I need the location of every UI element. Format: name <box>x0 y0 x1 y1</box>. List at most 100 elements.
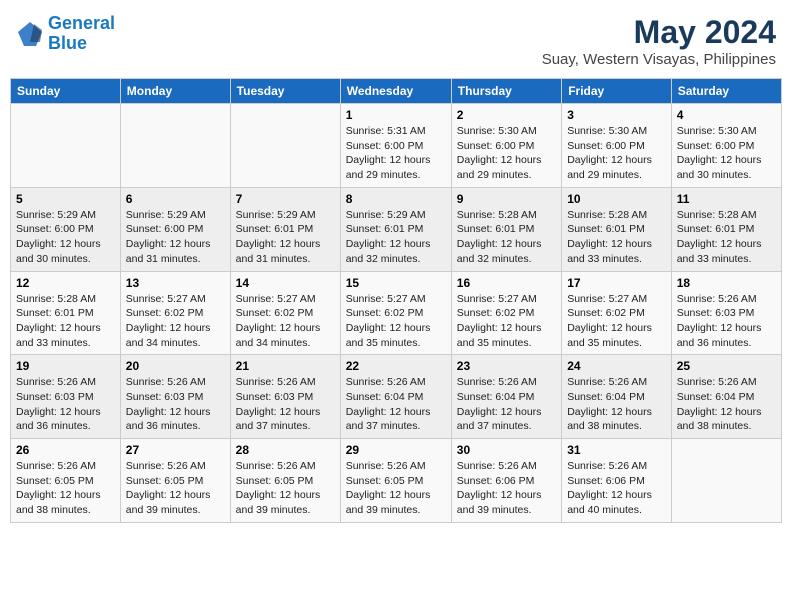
calendar-table: SundayMondayTuesdayWednesdayThursdayFrid… <box>10 78 782 523</box>
day-number: 29 <box>346 443 446 457</box>
day-info: Sunrise: 5:26 AMSunset: 6:06 PMDaylight:… <box>457 459 556 518</box>
calendar-cell: 20 Sunrise: 5:26 AMSunset: 6:03 PMDayligh… <box>120 355 230 439</box>
calendar-cell: 28 Sunrise: 5:26 AMSunset: 6:05 PMDayligh… <box>230 439 340 523</box>
header: General Blue May 2024 Suay, Western Visa… <box>10 10 782 72</box>
day-info: Sunrise: 5:26 AMSunset: 6:05 PMDaylight:… <box>236 459 335 518</box>
day-info: Sunrise: 5:30 AMSunset: 6:00 PMDaylight:… <box>457 124 556 183</box>
day-number: 11 <box>677 192 776 206</box>
month-year-title: May 2024 <box>542 14 776 51</box>
day-number: 7 <box>236 192 335 206</box>
logo-icon <box>16 20 44 48</box>
day-info: Sunrise: 5:27 AMSunset: 6:02 PMDaylight:… <box>126 292 225 351</box>
day-number: 26 <box>16 443 115 457</box>
calendar-cell <box>120 104 230 188</box>
day-info: Sunrise: 5:29 AMSunset: 6:01 PMDaylight:… <box>346 208 446 267</box>
day-info: Sunrise: 5:26 AMSunset: 6:04 PMDaylight:… <box>346 375 446 434</box>
day-info: Sunrise: 5:29 AMSunset: 6:00 PMDaylight:… <box>126 208 225 267</box>
calendar-cell: 23 Sunrise: 5:26 AMSunset: 6:04 PMDayligh… <box>451 355 561 439</box>
day-number: 10 <box>567 192 666 206</box>
day-info: Sunrise: 5:29 AMSunset: 6:00 PMDaylight:… <box>16 208 115 267</box>
day-info: Sunrise: 5:27 AMSunset: 6:02 PMDaylight:… <box>457 292 556 351</box>
day-number: 4 <box>677 108 776 122</box>
weekday-header-row: SundayMondayTuesdayWednesdayThursdayFrid… <box>11 79 782 104</box>
day-info: Sunrise: 5:26 AMSunset: 6:05 PMDaylight:… <box>126 459 225 518</box>
day-number: 20 <box>126 359 225 373</box>
calendar-cell: 12 Sunrise: 5:28 AMSunset: 6:01 PMDayligh… <box>11 271 121 355</box>
day-number: 1 <box>346 108 446 122</box>
day-number: 25 <box>677 359 776 373</box>
calendar-week-row: 5 Sunrise: 5:29 AMSunset: 6:00 PMDaylight… <box>11 187 782 271</box>
calendar-cell: 16 Sunrise: 5:27 AMSunset: 6:02 PMDayligh… <box>451 271 561 355</box>
calendar-week-row: 19 Sunrise: 5:26 AMSunset: 6:03 PMDayligh… <box>11 355 782 439</box>
location-subtitle: Suay, Western Visayas, Philippines <box>542 51 776 68</box>
day-info: Sunrise: 5:26 AMSunset: 6:03 PMDaylight:… <box>16 375 115 434</box>
calendar-cell: 31Sunrise: 5:26 AMSunset: 6:06 PMDayligh… <box>562 439 672 523</box>
weekday-header-tuesday: Tuesday <box>230 79 340 104</box>
calendar-cell: 30 Sunrise: 5:26 AMSunset: 6:06 PMDayligh… <box>451 439 561 523</box>
calendar-cell: 9 Sunrise: 5:28 AMSunset: 6:01 PMDaylight… <box>451 187 561 271</box>
calendar-cell: 18 Sunrise: 5:26 AMSunset: 6:03 PMDayligh… <box>671 271 781 355</box>
calendar-cell: 5 Sunrise: 5:29 AMSunset: 6:00 PMDaylight… <box>11 187 121 271</box>
day-info: Sunrise: 5:28 AMSunset: 6:01 PMDaylight:… <box>457 208 556 267</box>
day-info: Sunrise: 5:30 AMSunset: 6:00 PMDaylight:… <box>677 124 776 183</box>
calendar-cell: 27Sunrise: 5:26 AMSunset: 6:05 PMDayligh… <box>120 439 230 523</box>
calendar-cell: 14 Sunrise: 5:27 AMSunset: 6:02 PMDayligh… <box>230 271 340 355</box>
day-number: 22 <box>346 359 446 373</box>
day-number: 21 <box>236 359 335 373</box>
day-info: Sunrise: 5:31 AMSunset: 6:00 PMDaylight:… <box>346 124 446 183</box>
day-info: Sunrise: 5:28 AMSunset: 6:01 PMDaylight:… <box>16 292 115 351</box>
day-info: Sunrise: 5:27 AMSunset: 6:02 PMDaylight:… <box>346 292 446 351</box>
calendar-cell: 17Sunrise: 5:27 AMSunset: 6:02 PMDayligh… <box>562 271 672 355</box>
day-number: 2 <box>457 108 556 122</box>
day-number: 23 <box>457 359 556 373</box>
day-info: Sunrise: 5:26 AMSunset: 6:03 PMDaylight:… <box>677 292 776 351</box>
day-info: Sunrise: 5:26 AMSunset: 6:05 PMDaylight:… <box>16 459 115 518</box>
calendar-cell: 15Sunrise: 5:27 AMSunset: 6:02 PMDayligh… <box>340 271 451 355</box>
calendar-cell: 26 Sunrise: 5:26 AMSunset: 6:05 PMDayligh… <box>11 439 121 523</box>
day-info: Sunrise: 5:29 AMSunset: 6:01 PMDaylight:… <box>236 208 335 267</box>
day-number: 12 <box>16 276 115 290</box>
day-info: Sunrise: 5:27 AMSunset: 6:02 PMDaylight:… <box>567 292 666 351</box>
day-number: 3 <box>567 108 666 122</box>
day-number: 19 <box>16 359 115 373</box>
calendar-cell: 2 Sunrise: 5:30 AMSunset: 6:00 PMDaylight… <box>451 104 561 188</box>
calendar-cell: 13 Sunrise: 5:27 AMSunset: 6:02 PMDayligh… <box>120 271 230 355</box>
calendar-cell: 22 Sunrise: 5:26 AMSunset: 6:04 PMDayligh… <box>340 355 451 439</box>
day-info: Sunrise: 5:27 AMSunset: 6:02 PMDaylight:… <box>236 292 335 351</box>
day-info: Sunrise: 5:30 AMSunset: 6:00 PMDaylight:… <box>567 124 666 183</box>
weekday-header-monday: Monday <box>120 79 230 104</box>
day-info: Sunrise: 5:28 AMSunset: 6:01 PMDaylight:… <box>567 208 666 267</box>
day-number: 28 <box>236 443 335 457</box>
day-number: 30 <box>457 443 556 457</box>
day-number: 13 <box>126 276 225 290</box>
calendar-cell: 8Sunrise: 5:29 AMSunset: 6:01 PMDaylight… <box>340 187 451 271</box>
weekday-header-wednesday: Wednesday <box>340 79 451 104</box>
calendar-cell <box>671 439 781 523</box>
day-number: 5 <box>16 192 115 206</box>
calendar-cell: 29 Sunrise: 5:26 AMSunset: 6:05 PMDayligh… <box>340 439 451 523</box>
calendar-cell <box>11 104 121 188</box>
calendar-cell: 19 Sunrise: 5:26 AMSunset: 6:03 PMDayligh… <box>11 355 121 439</box>
calendar-week-row: 26 Sunrise: 5:26 AMSunset: 6:05 PMDayligh… <box>11 439 782 523</box>
calendar-cell: 25 Sunrise: 5:26 AMSunset: 6:04 PMDayligh… <box>671 355 781 439</box>
calendar-cell: 1 Sunrise: 5:31 AMSunset: 6:00 PMDaylight… <box>340 104 451 188</box>
calendar-week-row: 12 Sunrise: 5:28 AMSunset: 6:01 PMDayligh… <box>11 271 782 355</box>
logo-text: General Blue <box>48 14 115 54</box>
calendar-cell: 7 Sunrise: 5:29 AMSunset: 6:01 PMDaylight… <box>230 187 340 271</box>
day-number: 16 <box>457 276 556 290</box>
day-info: Sunrise: 5:26 AMSunset: 6:04 PMDaylight:… <box>567 375 666 434</box>
day-info: Sunrise: 5:26 AMSunset: 6:04 PMDaylight:… <box>677 375 776 434</box>
weekday-header-sunday: Sunday <box>11 79 121 104</box>
day-info: Sunrise: 5:26 AMSunset: 6:03 PMDaylight:… <box>126 375 225 434</box>
logo: General Blue <box>16 14 115 54</box>
day-number: 14 <box>236 276 335 290</box>
day-info: Sunrise: 5:28 AMSunset: 6:01 PMDaylight:… <box>677 208 776 267</box>
day-number: 9 <box>457 192 556 206</box>
calendar-cell <box>230 104 340 188</box>
day-info: Sunrise: 5:26 AMSunset: 6:05 PMDaylight:… <box>346 459 446 518</box>
day-info: Sunrise: 5:26 AMSunset: 6:04 PMDaylight:… <box>457 375 556 434</box>
calendar-cell: 24Sunrise: 5:26 AMSunset: 6:04 PMDayligh… <box>562 355 672 439</box>
day-number: 18 <box>677 276 776 290</box>
weekday-header-saturday: Saturday <box>671 79 781 104</box>
weekday-header-friday: Friday <box>562 79 672 104</box>
